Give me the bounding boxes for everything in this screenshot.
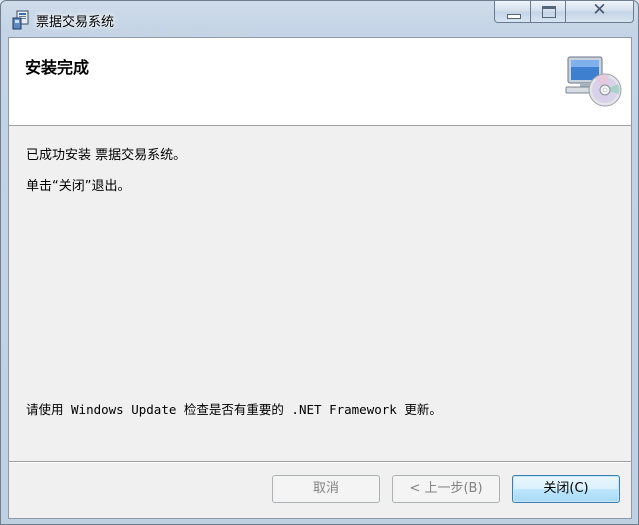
dialog-client-area: 安装完成 已成功安装 票据交易系统。 单击“关闭”退出。 请使用 Windows… <box>8 37 632 519</box>
back-button[interactable]: < 上一步(B) <box>392 475 500 503</box>
minimize-icon <box>507 14 521 19</box>
exit-instruction: 单击“关闭”退出。 <box>26 179 131 194</box>
installer-app-icon <box>12 10 29 30</box>
window-title: 票据交易系统 <box>36 15 115 30</box>
title-bar[interactable]: 票据交易系统 正在安装 票据交易系统 ✕ <box>1 1 638 43</box>
success-message: 已成功安装 票据交易系统。 <box>26 148 187 163</box>
header-banner: 安装完成 <box>9 38 631 126</box>
minimize-button[interactable] <box>494 1 531 23</box>
maximize-icon <box>542 6 556 18</box>
maximize-button[interactable] <box>530 1 566 23</box>
close-icon: ✕ <box>592 0 607 20</box>
dotnet-update-note: 请使用 Windows Update 检查是否有重要的 .NET Framewo… <box>26 402 442 417</box>
close-button[interactable]: 关闭(C) <box>512 475 620 503</box>
cancel-button[interactable]: 取消 <box>272 475 380 503</box>
button-separator <box>9 461 631 463</box>
window-close-button[interactable]: ✕ <box>565 1 634 23</box>
computer-cd-icon <box>565 56 622 107</box>
page-title: 安装完成 <box>25 58 90 77</box>
installer-window: 票据交易系统 正在安装 票据交易系统 ✕ 安装完成 已成功安装 票据交易系统。 … <box>0 0 639 525</box>
